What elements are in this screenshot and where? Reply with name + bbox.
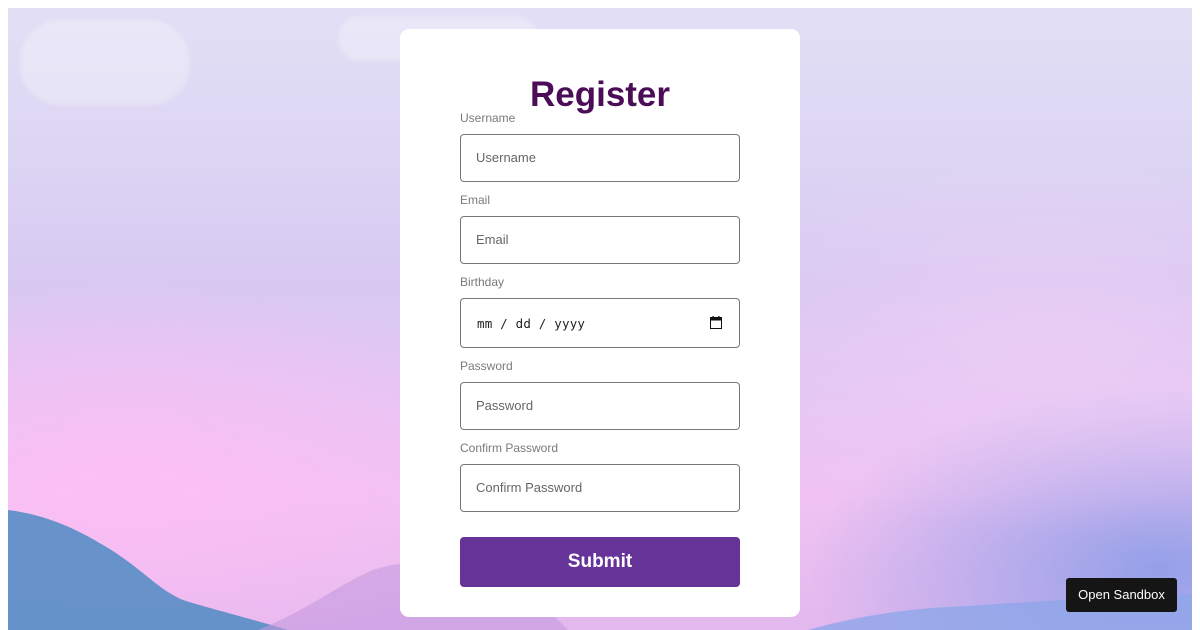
birthday-placeholder: mm / dd / yyyy [477,316,586,331]
confirm-password-placeholder: Confirm Password [476,480,583,495]
password-input[interactable]: Password [460,382,740,430]
form-title: Register [529,75,671,114]
email-input[interactable]: Email [460,216,740,264]
register-form-card: Register Username Username Email Email B… [400,29,800,617]
email-placeholder: Email [476,232,509,247]
confirm-password-input[interactable]: Confirm Password [460,464,740,512]
open-sandbox-button[interactable]: Open Sandbox [1066,578,1177,612]
confirm-password-label: Confirm Password [460,441,559,455]
background-cloud [20,20,190,105]
submit-button[interactable]: Submit [460,537,740,587]
birthday-label: Birthday [460,275,505,289]
email-label: Email [460,193,491,207]
calendar-icon[interactable] [710,316,722,329]
birthday-date-input[interactable]: mm / dd / yyyy [460,298,740,348]
username-label: Username [460,111,516,125]
password-label: Password [460,359,513,373]
password-placeholder: Password [476,398,534,413]
username-placeholder: Username [476,150,536,165]
username-input[interactable]: Username [460,134,740,182]
